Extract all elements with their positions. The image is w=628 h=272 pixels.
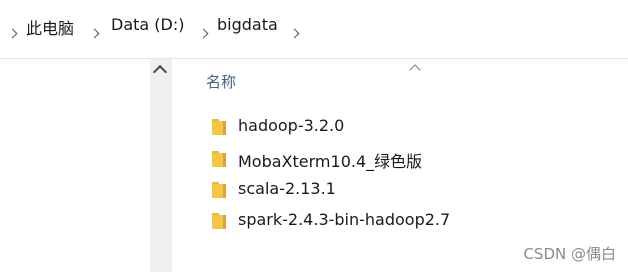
list-item[interactable]: hadoop-3.2.0 bbox=[172, 113, 492, 141]
breadcrumb-item-data-drive[interactable]: Data (D:) bbox=[111, 15, 184, 34]
folder-icon bbox=[212, 151, 226, 167]
sort-ascending-caret-icon bbox=[409, 64, 421, 76]
list-item[interactable]: spark-2.4.3-bin-hadoop2.7 bbox=[172, 207, 492, 235]
chevron-right-icon[interactable] bbox=[289, 22, 300, 41]
folder-icon bbox=[212, 182, 226, 198]
list-item[interactable]: MobaXterm10.4_绿色版 bbox=[172, 145, 492, 173]
folder-icon bbox=[212, 213, 226, 229]
address-bar[interactable]: 此电脑 Data (D:) bigdata bbox=[0, 0, 628, 50]
navigation-pane-scrollbar[interactable] bbox=[150, 59, 172, 272]
breadcrumb-item-this-pc[interactable]: 此电脑 bbox=[26, 15, 74, 39]
column-header-name[interactable]: 名称 bbox=[206, 71, 236, 92]
breadcrumb-item-bigdata[interactable]: bigdata bbox=[217, 15, 278, 34]
chevron-right-icon[interactable] bbox=[89, 22, 100, 41]
folder-icon bbox=[212, 119, 226, 135]
list-item[interactable]: scala-2.13.1 bbox=[172, 176, 492, 204]
chevron-right-icon[interactable] bbox=[7, 22, 18, 41]
file-name: spark-2.4.3-bin-hadoop2.7 bbox=[238, 210, 451, 229]
watermark: CSDN @偶白 bbox=[523, 245, 616, 263]
navigation-pane[interactable] bbox=[0, 59, 150, 272]
file-name: MobaXterm10.4_绿色版 bbox=[238, 152, 423, 171]
file-name: hadoop-3.2.0 bbox=[238, 116, 345, 135]
chevron-right-icon[interactable] bbox=[198, 22, 209, 41]
file-name: scala-2.13.1 bbox=[238, 179, 336, 198]
file-list-pane: 名称 hadoop-3.2.0 MobaXterm10.4_绿色版 scala-… bbox=[172, 59, 628, 272]
